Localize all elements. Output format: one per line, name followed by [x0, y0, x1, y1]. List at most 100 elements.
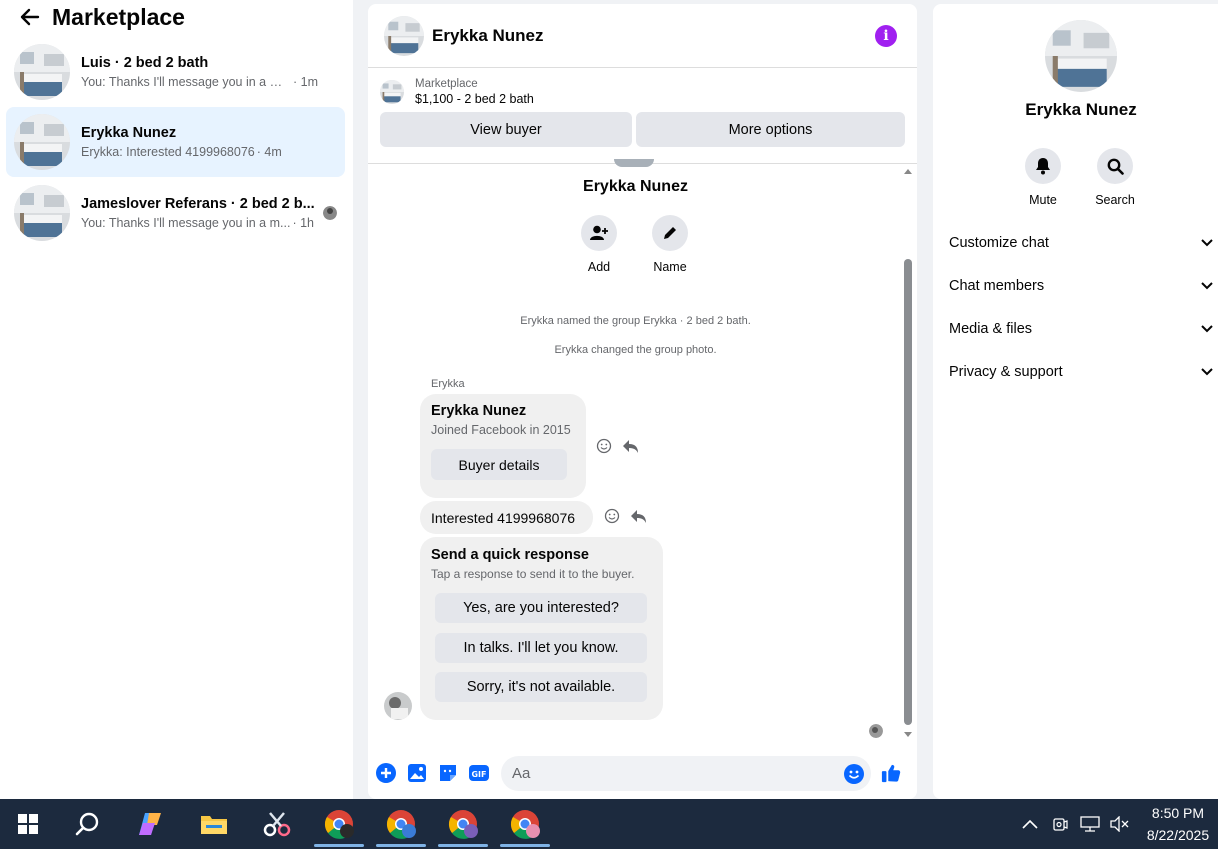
conversation-snippet: Erykka: Interested 4199968076 [81, 145, 255, 159]
chat-header: Erykka Nunez i [368, 4, 917, 68]
search-button[interactable]: Search [1085, 148, 1145, 207]
photo-icon[interactable] [407, 763, 427, 783]
chat-title[interactable]: Erykka Nunez [432, 26, 544, 46]
add-member-button[interactable]: Add [569, 215, 629, 274]
conversation-item[interactable]: Luis · 2 bed 2 bath You: Thanks I'll mes… [6, 37, 345, 107]
customize-chat-section[interactable]: Customize chat [949, 231, 1213, 255]
conversation-title: Jameslover Referans · 2 bed 2 b... [81, 196, 315, 212]
listing-price: $1,100 - 2 bed 2 bath [415, 92, 534, 106]
listing-thumbnail [380, 80, 404, 104]
name-group-button[interactable]: Name [640, 215, 700, 274]
buyer-details-button[interactable]: Buyer details [431, 449, 567, 480]
quick-response-option[interactable]: In talks. I'll let you know. [435, 633, 647, 663]
more-options-button[interactable]: More options [636, 112, 905, 147]
quick-response-option[interactable]: Sorry, it's not available. [435, 672, 647, 702]
bell-icon [1025, 148, 1061, 184]
marketplace-listing-banner: Marketplace $1,100 - 2 bed 2 bath View b… [368, 68, 917, 164]
scroll-down-arrow-icon[interactable] [904, 732, 912, 737]
volume-muted-icon[interactable] [1110, 816, 1130, 832]
group-name: Erykka Nunez [583, 178, 688, 195]
camera-icon[interactable] [1052, 816, 1068, 832]
svg-text:GIF: GIF [471, 770, 486, 779]
chrome-profile-3-icon[interactable] [438, 799, 488, 849]
view-buyer-button[interactable]: View buyer [380, 112, 632, 147]
scrollbar-thumb[interactable] [904, 259, 912, 725]
copilot-icon[interactable] [134, 799, 168, 849]
search-icon [1097, 148, 1133, 184]
chrome-profile-4-icon[interactable] [500, 799, 550, 849]
listing-label: Marketplace [415, 78, 478, 90]
react-emoji-icon[interactable] [604, 508, 620, 524]
search-label: Search [1095, 193, 1135, 207]
section-label: Media & files [949, 321, 1033, 337]
section-label: Privacy & support [949, 364, 1063, 380]
buyer-name: Erykka Nunez [431, 403, 527, 419]
sticker-icon[interactable] [438, 763, 458, 783]
chat-members-section[interactable]: Chat members [949, 274, 1213, 298]
message-thread[interactable]: Erykka Nunez Add Name Erykka named the g… [368, 159, 917, 745]
windows-start-icon[interactable] [14, 799, 42, 849]
system-tray: 8:50 PM 8/22/2025 [1022, 799, 1218, 849]
conversation-time: · 1h [292, 216, 314, 230]
reply-icon[interactable] [622, 439, 639, 454]
media-files-section[interactable]: Media & files [949, 317, 1213, 341]
back-arrow-icon[interactable] [18, 5, 42, 29]
conversation-list-panel: Marketplace Luis · 2 bed 2 bath You: Tha… [0, 0, 353, 799]
group-photo [614, 159, 654, 167]
quick-response-option[interactable]: Yes, are you interested? [435, 593, 647, 623]
quick-response-subtitle: Tap a response to send it to the buyer. [431, 567, 635, 581]
mute-button[interactable]: Mute [1013, 148, 1073, 207]
conversation-title: Erykka Nunez [81, 125, 177, 141]
file-explorer-icon[interactable] [197, 799, 231, 849]
active-app-indicator [314, 844, 364, 847]
chevron-down-icon [1201, 325, 1213, 333]
taskbar-search-icon[interactable] [72, 799, 104, 849]
privacy-support-section[interactable]: Privacy & support [949, 360, 1213, 384]
add-person-icon [581, 215, 617, 251]
read-receipt-avatar [869, 724, 883, 738]
clock-time: 8:50 PM [1151, 805, 1205, 821]
thumbs-up-icon[interactable] [881, 763, 901, 783]
network-icon[interactable] [1080, 816, 1100, 832]
system-message: Erykka named the group Erykka · 2 bed 2 … [520, 315, 751, 327]
section-label: Customize chat [949, 235, 1049, 251]
chrome-profile-2-icon[interactable] [376, 799, 426, 849]
chevron-down-icon [1201, 368, 1213, 376]
plus-circle-icon[interactable] [376, 763, 396, 783]
avatar[interactable] [1045, 20, 1117, 92]
conversation-snippet: You: Thanks I'll message you in a mo... [81, 75, 291, 89]
message-input[interactable]: Aa [501, 755, 871, 791]
chevron-up-icon[interactable] [1022, 819, 1038, 829]
chrome-profile-1-icon[interactable] [314, 799, 364, 849]
system-message: Erykka changed the group photo. [554, 344, 717, 356]
clock-date: 8/22/2025 [1146, 827, 1210, 843]
conversation-title: Luis · 2 bed 2 bath [81, 55, 209, 71]
taskbar: 8:50 PM 8/22/2025 [0, 799, 1218, 849]
avatar[interactable] [384, 16, 424, 56]
snipping-tool-icon[interactable] [259, 799, 295, 849]
scrollbar[interactable] [902, 167, 914, 737]
profile-name: Erykka Nunez [1025, 100, 1137, 119]
clock[interactable]: 8:50 PM 8/22/2025 [1138, 802, 1218, 846]
active-app-indicator [500, 844, 550, 847]
react-emoji-icon[interactable] [596, 438, 612, 454]
scroll-up-arrow-icon[interactable] [904, 169, 912, 174]
emoji-icon[interactable] [844, 763, 864, 788]
conversation-time: · 1m [293, 75, 318, 89]
quick-response-card: Send a quick response Tap a response to … [420, 537, 663, 720]
message-bubble[interactable]: Interested 4199968076 [420, 501, 593, 534]
conversation-item-active[interactable]: Erykka Nunez Erykka: Interested 41999680… [6, 107, 345, 177]
avatar [14, 44, 70, 100]
conversation-snippet: You: Thanks I'll message you in a m... [81, 216, 291, 230]
active-app-indicator [438, 844, 488, 847]
sender-avatar[interactable] [384, 692, 412, 720]
seen-avatar-icon [323, 206, 337, 220]
chevron-down-icon [1201, 282, 1213, 290]
info-icon[interactable]: i [875, 25, 897, 47]
quick-response-title: Send a quick response [431, 547, 589, 563]
chat-panel: Erykka Nunez i Marketplace $1,100 - 2 be… [368, 4, 917, 799]
reply-icon[interactable] [630, 509, 647, 524]
gif-icon[interactable]: GIF [469, 763, 489, 783]
conversation-item[interactable]: Jameslover Referans · 2 bed 2 b... You: … [6, 178, 345, 248]
add-label: Add [587, 260, 611, 274]
